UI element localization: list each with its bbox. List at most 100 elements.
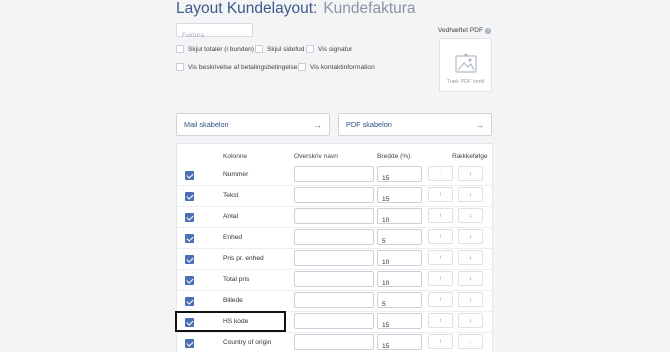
move-up-button[interactable]: ↑ <box>428 313 453 328</box>
pdf-template-button[interactable]: PDF skabelon → <box>338 113 492 136</box>
option-show-payment-terms[interactable]: Vis beskrivelse af betalingsbetingelser <box>176 63 300 71</box>
move-down-button[interactable]: ↓ <box>458 250 483 265</box>
checkbox[interactable] <box>298 63 306 71</box>
layout-name-input[interactable] <box>177 29 252 42</box>
move-up-button[interactable]: ↑ <box>428 292 453 307</box>
override-name-input[interactable] <box>295 318 373 333</box>
row-checkbox[interactable] <box>185 297 194 306</box>
mail-template-button[interactable]: Mail skabelon → <box>176 113 330 136</box>
width-input[interactable] <box>378 213 421 228</box>
move-up-button[interactable]: ↑ <box>428 229 453 244</box>
width-input[interactable] <box>378 276 421 291</box>
row-checkbox[interactable] <box>185 213 194 222</box>
arrow-right-icon: → <box>313 119 322 130</box>
override-name-field[interactable] <box>294 187 374 207</box>
move-down-button[interactable]: ↓ <box>458 187 483 202</box>
width-input[interactable] <box>378 171 421 186</box>
move-down-button[interactable]: ↓ <box>458 334 483 349</box>
header-order: Rækkefølge <box>452 153 488 160</box>
override-name-input[interactable] <box>295 339 373 352</box>
table-row: Total pris ↑ ↓ <box>177 270 492 291</box>
checkbox[interactable] <box>176 63 184 71</box>
move-up-button[interactable]: ↑ <box>428 250 453 265</box>
width-input[interactable] <box>378 339 421 352</box>
layout-name-field[interactable] <box>176 23 253 42</box>
width-field[interactable] <box>377 313 422 333</box>
override-name-field[interactable] <box>294 334 374 352</box>
option-hide-totals[interactable]: Skjul totaler (i bunden) <box>176 45 254 53</box>
row-checkbox[interactable] <box>185 276 194 285</box>
override-name-input[interactable] <box>295 171 373 186</box>
image-placeholder-icon <box>455 53 477 73</box>
page-title-layout-name: Kundefaktura <box>323 0 416 17</box>
width-field[interactable] <box>377 208 422 228</box>
table-row: Antal ↑ ↓ <box>177 207 492 228</box>
width-input[interactable] <box>378 192 421 207</box>
width-field[interactable] <box>377 229 422 249</box>
width-field[interactable] <box>377 334 422 352</box>
override-name-field[interactable] <box>294 292 374 312</box>
table-row: HS kode ↑ ↓ <box>177 312 492 333</box>
checkbox[interactable] <box>176 45 184 53</box>
override-name-input[interactable] <box>295 234 373 249</box>
width-field[interactable] <box>377 292 422 312</box>
table-row: Enhed ↑ ↓ <box>177 228 492 249</box>
width-field[interactable] <box>377 271 422 291</box>
width-input[interactable] <box>378 318 421 333</box>
option-label: Skjul sidefod <box>267 45 305 53</box>
override-name-field[interactable] <box>294 229 374 249</box>
override-name-input[interactable] <box>295 276 373 291</box>
move-up-button[interactable]: ↑ <box>428 208 453 223</box>
override-name-input[interactable] <box>295 297 373 312</box>
dropzone-text: Træk PDF hertil <box>446 79 485 85</box>
row-checkbox[interactable] <box>185 255 194 264</box>
move-down-button[interactable]: ↓ <box>458 229 483 244</box>
table-row: Billede ↑ ↓ <box>177 291 492 312</box>
row-checkbox[interactable] <box>185 234 194 243</box>
move-up-button[interactable]: ↑ <box>428 166 453 181</box>
column-name: HS kode <box>223 318 249 325</box>
row-checkbox[interactable] <box>185 318 194 327</box>
override-name-field[interactable] <box>294 208 374 228</box>
pdf-template-label: PDF skabelon <box>346 120 392 129</box>
pdf-dropzone[interactable]: Træk PDF hertil <box>439 38 492 92</box>
table-row: Nummer ↑ ↓ <box>177 165 492 186</box>
option-label: Vis kontaktinformation <box>310 63 375 71</box>
row-checkbox[interactable] <box>185 192 194 201</box>
checkbox[interactable] <box>255 45 263 53</box>
width-input[interactable] <box>378 234 421 249</box>
width-field[interactable] <box>377 187 422 207</box>
move-down-button[interactable]: ↓ <box>458 271 483 286</box>
width-field[interactable] <box>377 166 422 186</box>
width-field[interactable] <box>377 250 422 270</box>
column-name: Nummer <box>223 171 249 178</box>
move-up-button[interactable]: ↑ <box>428 187 453 202</box>
override-name-field[interactable] <box>294 313 374 333</box>
move-up-button[interactable]: ↑ <box>428 334 453 349</box>
move-down-button[interactable]: ↓ <box>458 292 483 307</box>
override-name-field[interactable] <box>294 166 374 186</box>
column-name: Total pris <box>223 276 250 283</box>
table-row: Country of origin ↑ ↓ <box>177 333 492 352</box>
move-down-button[interactable]: ↓ <box>458 208 483 223</box>
move-up-button[interactable]: ↑ <box>428 271 453 286</box>
attached-pdf-label: Vedhæftet PDF? <box>438 27 492 34</box>
override-name-field[interactable] <box>294 250 374 270</box>
option-show-signature[interactable]: Vis signatur <box>306 45 352 53</box>
row-checkbox[interactable] <box>185 339 194 348</box>
override-name-field[interactable] <box>294 271 374 291</box>
move-down-button[interactable]: ↓ <box>458 313 483 328</box>
option-show-contact-info[interactable]: Vis kontaktinformation <box>298 63 375 71</box>
override-name-input[interactable] <box>295 213 373 228</box>
width-input[interactable] <box>378 297 421 312</box>
override-name-input[interactable] <box>295 255 373 270</box>
checkbox[interactable] <box>306 45 314 53</box>
help-icon[interactable]: ? <box>485 27 492 34</box>
width-input[interactable] <box>378 255 421 270</box>
header-width: Bredde (%) <box>377 153 411 160</box>
option-hide-footer[interactable]: Skjul sidefod <box>255 45 304 53</box>
override-name-input[interactable] <box>295 192 373 207</box>
move-down-button[interactable]: ↓ <box>458 166 483 181</box>
row-checkbox[interactable] <box>185 171 194 180</box>
column-name: Tekst <box>223 192 239 199</box>
